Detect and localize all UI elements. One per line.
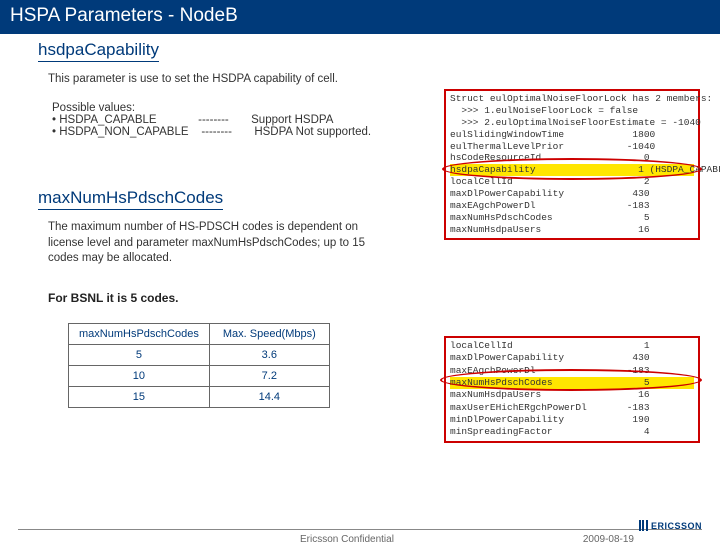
cell: 7.2 [209,365,329,386]
code-line: eulSlidingWindowTime 1800 [450,129,694,141]
table-row: 53.6 [69,344,330,365]
code-line: maxEAgchPowerDl -183 [450,200,694,212]
content-area: hsdpaCapability This parameter is use to… [0,34,720,494]
code-line: maxEAgchPowerDl -183 [450,365,694,377]
code-line: localCellId 1 [450,340,694,352]
cell: 5 [69,344,210,365]
code-line-highlight: hsdpaCapability 1 (HSDPA_CAPABLE) [450,164,694,176]
footer: Ericsson Confidential 2009-08-19 ERICSSO… [0,529,720,534]
code-line: maxDlPowerCapability 430 [450,352,694,364]
heading-hsdpa: hsdpaCapability [38,40,159,62]
code-line-highlight: maxNumHsPdschCodes 5 [450,377,694,389]
pv-row-1: • HSDPA_CAPABLE -------- Support HSDPA [52,114,430,126]
code-line: minSpreadingFactor 4 [450,426,694,438]
code-line: hsCodeResourceId 0 [450,152,694,164]
possible-values: Possible values: • HSDPA_CAPABLE -------… [52,102,430,138]
code-line: maxNumHsPdschCodes 5 [450,212,694,224]
cell: 15 [69,386,210,407]
table-header-row: maxNumHsPdschCodes Max. Speed(Mbps) [69,323,330,344]
code-line: maxUserEHichERgchPowerDl -183 [450,402,694,414]
code-snippet-1: Struct eulOptimalNoiseFloorLock has 2 me… [444,89,700,240]
code-line: maxNumHsdpaUsers 16 [450,389,694,401]
desc-hsdpa: This parameter is use to set the HSDPA c… [48,72,430,88]
code-line: >>> 2.eulOptimalNoiseFloorEstimate = -10… [450,117,694,129]
cell: 14.4 [209,386,329,407]
code-line: minDlPowerCapability 190 [450,414,694,426]
code-line: maxNumHsdpaUsers 16 [450,224,694,236]
pv-row-2: • HSDPA_NON_CAPABLE -------- HSDPA Not s… [52,126,430,138]
bsnl-note: For BSNL it is 5 codes. [48,291,430,305]
section-hsdpa: hsdpaCapability This parameter is use to… [0,40,430,138]
code-line: localCellId 2 [450,176,694,188]
ericsson-logo: ERICSSON [639,520,702,531]
desc-maxnum: The maximum number of HS-PDSCH codes is … [48,220,388,267]
code-line: Struct eulOptimalNoiseFloorLock has 2 me… [450,93,694,105]
heading-maxnum: maxNumHsPdschCodes [38,188,223,210]
code-line: eulThermalLevelPrior -1040 [450,141,694,153]
th-speed: Max. Speed(Mbps) [209,323,329,344]
code-line: >>> 1.eulNoiseFloorLock = false [450,105,694,117]
code-snippet-2: localCellId 1 maxDlPowerCapability 430 m… [444,336,700,443]
code-line: maxDlPowerCapability 430 [450,188,694,200]
speed-table: maxNumHsPdschCodes Max. Speed(Mbps) 53.6… [68,323,330,408]
pv-label: Possible values: [52,102,430,114]
table-row: 107.2 [69,365,330,386]
logo-text: ERICSSON [651,521,702,531]
section-maxnum: maxNumHsPdschCodes The maximum number of… [0,188,430,408]
cell: 10 [69,365,210,386]
page-title: HSPA Parameters - NodeB [0,0,720,34]
cell: 3.6 [209,344,329,365]
table-row: 1514.4 [69,386,330,407]
logo-bars-icon [639,520,648,531]
th-codes: maxNumHsPdschCodes [69,323,210,344]
